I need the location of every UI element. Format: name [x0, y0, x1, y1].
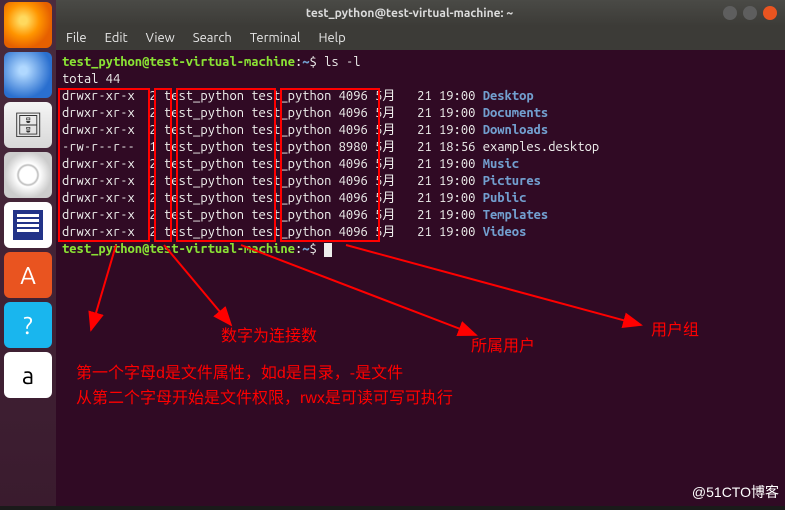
command-text: ls -l	[324, 55, 360, 69]
ls-row: drwxr-xr-x 2 test_python test_python 409…	[62, 174, 483, 188]
launcher-files[interactable]: 🗄	[4, 102, 52, 148]
ls-filename: Videos	[483, 225, 527, 239]
annotation-label-owner: 所属用户	[471, 338, 535, 355]
ls-row: drwxr-xr-x 2 test_python test_python 409…	[62, 89, 483, 103]
menu-terminal[interactable]: Terminal	[250, 31, 301, 45]
ls-row: drwxr-xr-x 2 test_python test_python 409…	[62, 123, 483, 137]
launcher-rhythmbox[interactable]	[4, 152, 52, 198]
annotation-explain-1: 第一个字母d是文件属性，如d是目录，-是文件	[76, 365, 403, 382]
total-line: total 44	[62, 72, 120, 86]
terminal-window: test_python@test-virtual-machine: ~ File…	[56, 0, 785, 506]
menu-help[interactable]: Help	[318, 31, 345, 45]
menu-file[interactable]: File	[66, 31, 87, 45]
ls-filename: Desktop	[483, 89, 534, 103]
ls-filename: Public	[483, 191, 527, 205]
ls-row: drwxr-xr-x 2 test_python test_python 409…	[62, 106, 483, 120]
ls-row: -rw-r--r-- 1 test_python test_python 898…	[62, 140, 483, 154]
menu-view[interactable]: View	[146, 31, 175, 45]
launcher-writer[interactable]	[4, 202, 52, 248]
launcher-firefox[interactable]	[4, 2, 52, 48]
desktop: 🗄 A?a test_python@test-virtual-machine: ~…	[0, 0, 785, 506]
menu-edit[interactable]: Edit	[105, 31, 128, 45]
terminal-body[interactable]: test_python@test-virtual-machine:~$ ls -…	[56, 50, 785, 506]
window-titlebar: test_python@test-virtual-machine: ~	[56, 0, 785, 26]
terminal-cursor	[324, 243, 332, 257]
close-button[interactable]	[763, 6, 777, 20]
watermark-text: @51CTO博客	[692, 482, 779, 502]
ls-filename: Pictures	[483, 174, 541, 188]
prompt-user: test_python	[62, 55, 142, 69]
window-buttons	[723, 6, 785, 20]
launcher-thunderbird[interactable]	[4, 52, 52, 98]
ls-row: drwxr-xr-x 2 test_python test_python 409…	[62, 225, 483, 239]
ls-filename: Documents	[483, 106, 549, 120]
menu-search[interactable]: Search	[193, 31, 232, 45]
prompt-host: test-virtual-machine	[149, 55, 295, 69]
annotation-label-group: 用户组	[651, 322, 699, 339]
ls-filename: Music	[483, 157, 519, 171]
ls-row: drwxr-xr-x 2 test_python test_python 409…	[62, 157, 483, 171]
ls-filename: Templates	[483, 208, 549, 222]
ls-row: drwxr-xr-x 2 test_python test_python 409…	[62, 208, 483, 222]
ls-filename: Downloads	[483, 123, 549, 137]
minimize-button[interactable]	[723, 6, 737, 20]
launcher-software[interactable]: A	[4, 252, 52, 298]
window-title: test_python@test-virtual-machine: ~	[96, 7, 723, 20]
annotation-label-links: 数字为连接数	[221, 328, 317, 345]
ls-row: drwxr-xr-x 2 test_python test_python 409…	[62, 191, 483, 205]
launcher-bar: 🗄 A?a	[0, 0, 56, 506]
prompt-path: ~	[302, 55, 309, 69]
ls-filename: examples.desktop	[483, 140, 599, 154]
launcher-amazon[interactable]: a	[4, 352, 52, 398]
menu-bar: File Edit View Search Terminal Help	[56, 26, 785, 50]
annotation-explain-2: 从第二个字母开始是文件权限，rwx是可读可写可执行	[76, 390, 453, 407]
maximize-button[interactable]	[743, 6, 757, 20]
launcher-help[interactable]: ?	[4, 302, 52, 348]
